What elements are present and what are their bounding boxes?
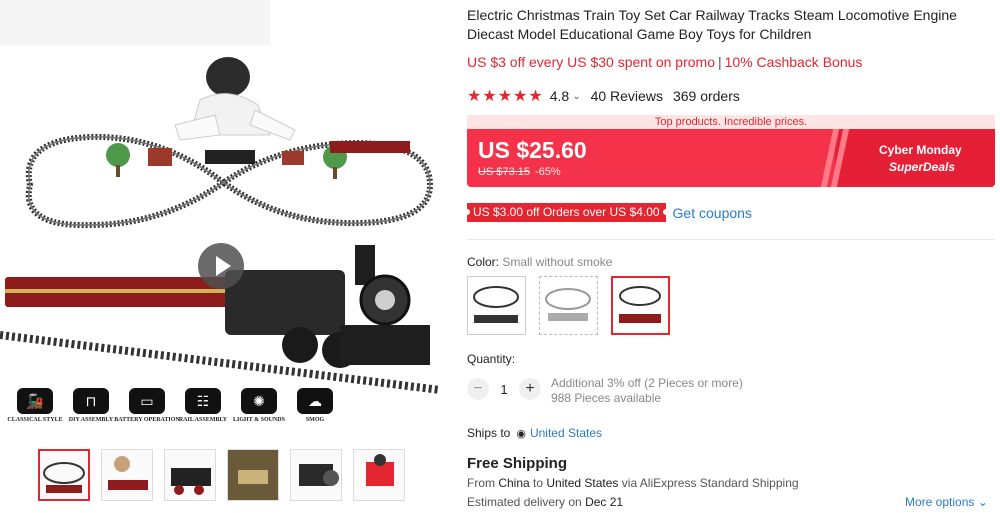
product-title: Electric Christmas Train Toy Set Car Rai…: [467, 7, 957, 42]
swatch-image: [545, 288, 591, 321]
quantity-value[interactable]: 1: [489, 382, 519, 397]
superdeals-label: SuperDeals: [889, 160, 956, 174]
feature-caption: DIY ASSEMBLY: [68, 417, 114, 423]
feature-caption: BATTERY OPERATION: [114, 417, 180, 423]
destination-country: United States: [546, 476, 619, 490]
promo-line: US $3 off every US $30 spent on promo | 10…: [467, 54, 862, 70]
quantity-increase-button[interactable]: +: [519, 378, 541, 400]
stock-available: 988 Pieces available: [551, 391, 662, 405]
chevron-down-icon: ⌄: [977, 495, 988, 509]
thumbnail-6[interactable]: [353, 449, 405, 501]
thumbnail-strip: [38, 449, 405, 501]
thumbnail-1[interactable]: [38, 449, 90, 501]
ships-to-country[interactable]: United States: [530, 426, 602, 440]
feature-caption: LIGHT & SOUNDS: [233, 417, 285, 423]
reviews-link[interactable]: 40 Reviews: [591, 88, 663, 104]
to-word: to: [529, 476, 547, 490]
cyber-monday-badge: Cyber Monday SuperDeals: [820, 129, 995, 187]
deal-banner: Top products. Incredible prices.: [467, 115, 995, 129]
thumbnail-5[interactable]: [290, 449, 342, 501]
color-swatch-3[interactable]: [611, 276, 670, 335]
play-icon: [215, 256, 231, 276]
thumbnail-image: [171, 468, 211, 495]
feature-battery: ▭ BATTERY OPERATION: [114, 388, 180, 430]
ships-to-row: Ships to ◉ United States: [467, 426, 602, 440]
original-price-row: US $73.15 -65%: [478, 166, 561, 178]
light-icon: ✺: [241, 388, 277, 414]
location-pin-icon: ◉: [516, 427, 526, 440]
thumbnail-2[interactable]: [101, 449, 153, 501]
swatch-image: [619, 286, 661, 323]
quantity-stepper: − 1 +: [467, 378, 541, 400]
main-product-image[interactable]: [0, 45, 441, 435]
color-swatches: [467, 276, 670, 335]
rating-value[interactable]: 4.8: [550, 88, 569, 104]
thumbnail-image: [299, 464, 339, 486]
origin-country: China: [498, 476, 530, 490]
cyber-monday-label: Cyber Monday: [879, 143, 962, 157]
color-label: Color:: [467, 255, 503, 269]
feature-rail-assembly: ☷ RAIL ASSEMBLY: [178, 388, 228, 430]
product-gallery: 🚂 CLASSICAL STYLE ⊓ DIY ASSEMBLY ▭ BATTE…: [0, 0, 445, 513]
train-set-illustration: [0, 57, 441, 394]
quantity-decrease-button[interactable]: −: [467, 378, 489, 400]
star-rating-icon: ★★★★★: [467, 88, 544, 105]
bulk-discount-note: Additional 3% off (2 Pieces or more): [551, 376, 743, 390]
free-shipping-title: Free Shipping: [467, 455, 568, 472]
original-price: US $73.15: [478, 166, 530, 178]
feature-caption: RAIL ASSEMBLY: [178, 417, 228, 423]
coupon-row: US $3.00 off Orders over US $4.00 Get co…: [464, 203, 752, 222]
promo-separator: |: [718, 54, 722, 70]
rail-icon: ☷: [185, 388, 221, 414]
battery-icon: ▭: [129, 388, 165, 414]
divider: [467, 239, 995, 240]
estimated-delivery: Estimated delivery on Dec 21: [467, 495, 623, 509]
orders-count: 369 orders: [672, 88, 740, 104]
current-price: US $25.60: [478, 137, 587, 163]
thumbnail-image: [228, 450, 278, 500]
chevron-down-icon[interactable]: ⌄: [572, 91, 580, 102]
feature-caption: CLASSICAL STYLE: [7, 417, 63, 423]
swatch-image: [473, 286, 519, 323]
locomotive-icon: 🚂: [17, 388, 53, 414]
feature-icons-row: 🚂 CLASSICAL STYLE ⊓ DIY ASSEMBLY ▭ BATTE…: [7, 388, 340, 430]
color-label-row: Color: Small without smoke: [467, 255, 612, 269]
thumbnail-4[interactable]: [227, 449, 279, 501]
feature-classical-style: 🚂 CLASSICAL STYLE: [7, 388, 63, 430]
discount-percent: -65%: [534, 166, 561, 178]
track-icon: ⊓: [73, 388, 109, 414]
feature-smog: ☁ SMOG: [290, 388, 340, 430]
thumbnail-image: [43, 462, 85, 493]
quantity-info: Additional 3% off (2 Pieces or more) 988…: [551, 376, 743, 406]
thumbnail-image: [108, 456, 148, 490]
thumbnail-3[interactable]: [164, 449, 216, 501]
feature-diy-assembly: ⊓ DIY ASSEMBLY: [66, 388, 116, 430]
color-swatch-2[interactable]: [539, 276, 598, 335]
gallery-top-strip: [0, 0, 270, 45]
smoke-icon: ☁: [297, 388, 333, 414]
thumbnail-image: [366, 454, 394, 486]
promo-offer[interactable]: US $3 off every US $30 spent on promo: [467, 54, 715, 70]
shipping-route: From China to United States via AliExpre…: [467, 476, 799, 490]
rating-row: ★★★★★ 4.8 ⌄ 40 Reviews 369 orders: [467, 86, 740, 106]
price-box: US $25.60 US $73.15 -65% Cyber Monday Sup…: [467, 129, 995, 187]
feature-light-sounds: ✺ LIGHT & SOUNDS: [233, 388, 285, 430]
shipping-method: via AliExpress Standard Shipping: [618, 476, 799, 490]
selected-color-value: Small without smoke: [502, 255, 613, 269]
product-details: Electric Christmas Train Toy Set Car Rai…: [464, 0, 1000, 513]
ships-to-label: Ships to: [467, 426, 511, 440]
delivery-date: Dec 21: [585, 495, 624, 509]
cashback-bonus[interactable]: 10% Cashback Bonus: [725, 54, 863, 70]
feature-caption: SMOG: [305, 417, 325, 423]
play-video-button[interactable]: [198, 243, 244, 289]
color-swatch-1[interactable]: [467, 276, 526, 335]
coupon-badge[interactable]: US $3.00 off Orders over US $4.00: [464, 203, 669, 222]
more-options-label: More options: [905, 495, 975, 509]
delivery-prefix: Estimated delivery on: [467, 495, 586, 509]
quantity-label: Quantity:: [467, 352, 516, 366]
more-options-link[interactable]: More options ⌄: [905, 495, 988, 509]
from-prefix: From: [467, 476, 499, 490]
get-coupons-link[interactable]: Get coupons: [673, 205, 752, 221]
